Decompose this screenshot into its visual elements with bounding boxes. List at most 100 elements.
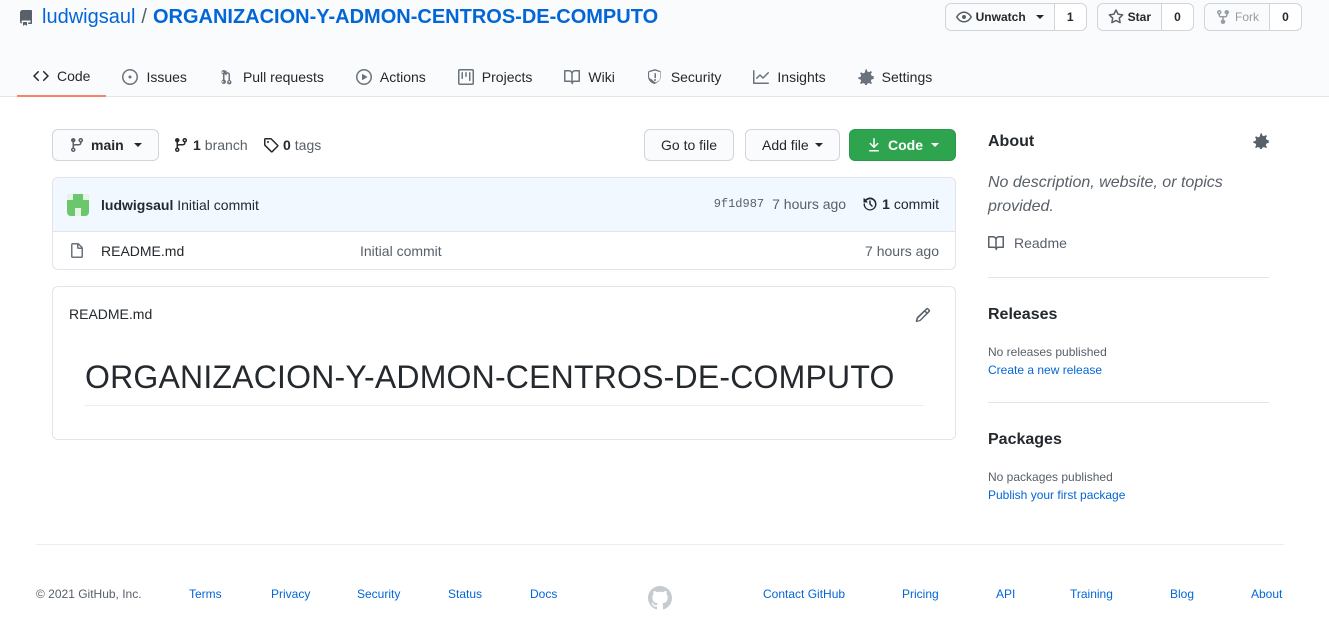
star-button-group: Star 0 bbox=[1096, 3, 1194, 31]
shield-icon bbox=[647, 68, 661, 84]
tab-issues[interactable]: Issues bbox=[106, 56, 202, 97]
packages-title[interactable]: Packages bbox=[988, 431, 1062, 449]
footer-link-pricing[interactable]: Pricing bbox=[902, 587, 939, 601]
tag-count: 0 bbox=[283, 137, 291, 153]
repo-action-buttons: Unwatch 1 Star 0 Fork 0 bbox=[944, 3, 1302, 31]
footer-link-privacy[interactable]: Privacy bbox=[271, 587, 310, 601]
repo-owner-link[interactable]: ludwigsaul bbox=[42, 6, 135, 29]
star-count[interactable]: 0 bbox=[1162, 4, 1193, 30]
releases-empty-text: No releases published bbox=[988, 345, 1107, 359]
footer-link-api[interactable]: API bbox=[996, 587, 1015, 601]
go-to-file-button[interactable]: Go to file bbox=[644, 129, 735, 161]
file-icon bbox=[71, 243, 83, 258]
play-icon bbox=[355, 68, 372, 85]
commit-sha-link[interactable]: 9f1d987 bbox=[714, 197, 764, 211]
add-file-label: Add file bbox=[762, 137, 809, 153]
book-icon bbox=[988, 236, 1004, 251]
branch-select-button[interactable]: main bbox=[52, 129, 159, 161]
watch-count[interactable]: 1 bbox=[1054, 4, 1086, 30]
create-release-link[interactable]: Create a new release bbox=[988, 363, 1102, 377]
branches-link[interactable]: 1 branch bbox=[173, 129, 248, 161]
repo-name-link[interactable]: ORGANIZACION-Y-ADMON-CENTROS-DE-COMPUTO bbox=[153, 6, 658, 29]
fork-button-group: Fork 0 bbox=[1204, 3, 1302, 31]
tab-label: Wiki bbox=[588, 68, 615, 85]
tab-security[interactable]: Security bbox=[631, 56, 738, 97]
tab-settings[interactable]: Settings bbox=[842, 56, 949, 97]
footer-link-terms[interactable]: Terms bbox=[189, 587, 222, 601]
tab-projects[interactable]: Projects bbox=[442, 56, 549, 97]
footer-divider bbox=[36, 544, 1284, 545]
graph-icon bbox=[753, 69, 770, 84]
tab-code[interactable]: Code bbox=[17, 56, 107, 97]
watch-label: Unwatch bbox=[975, 10, 1026, 24]
footer-link-blog[interactable]: Blog bbox=[1170, 587, 1194, 601]
tab-label: Projects bbox=[481, 68, 533, 85]
latest-commit-bar: ludwigsaul Initial commit 9f1d987 7 hour… bbox=[53, 178, 955, 232]
tab-actions[interactable]: Actions bbox=[340, 56, 442, 97]
pencil-icon bbox=[915, 307, 931, 323]
code-button-label: Code bbox=[888, 137, 923, 153]
file-commit-message-link[interactable]: Initial commit bbox=[360, 243, 442, 259]
repo-title: ludwigsaul / ORGANIZACION-Y-ADMON-CENTRO… bbox=[18, 6, 658, 29]
avatar[interactable] bbox=[67, 194, 89, 216]
file-row: README.md Initial commit 7 hours ago bbox=[53, 232, 955, 269]
edit-about-button[interactable] bbox=[1253, 133, 1269, 149]
commit-count: 1 bbox=[882, 196, 890, 212]
readme-heading: ORGANIZACION-Y-ADMON-CENTROS-DE-COMPUTO bbox=[85, 359, 924, 406]
footer-link-about[interactable]: About bbox=[1251, 587, 1282, 601]
about-description: No description, website, or topics provi… bbox=[988, 174, 1223, 215]
fork-label: Fork bbox=[1235, 10, 1259, 24]
eye-icon bbox=[955, 11, 972, 23]
add-file-button[interactable]: Add file bbox=[745, 129, 840, 161]
repo-header: ludwigsaul / ORGANIZACION-Y-ADMON-CENTRO… bbox=[0, 0, 1329, 97]
watch-button[interactable]: Unwatch bbox=[946, 4, 1055, 30]
fork-count[interactable]: 0 bbox=[1270, 4, 1301, 30]
tab-label: Settings bbox=[881, 68, 933, 85]
watch-button-group: Unwatch 1 bbox=[944, 3, 1087, 31]
code-download-button[interactable]: Code bbox=[849, 129, 956, 161]
footer-link-status[interactable]: Status bbox=[448, 587, 482, 601]
commit-author-link[interactable]: ludwigsaul bbox=[101, 197, 173, 213]
tab-label: Code bbox=[57, 67, 91, 84]
footer-link-docs[interactable]: Docs bbox=[530, 587, 557, 601]
pull-request-icon bbox=[221, 69, 232, 85]
fork-button[interactable]: Fork bbox=[1205, 4, 1270, 30]
chevron-down-icon bbox=[814, 143, 823, 147]
tab-wiki[interactable]: Wiki bbox=[548, 56, 630, 97]
commit-count-label: commit bbox=[893, 196, 939, 212]
divider bbox=[988, 277, 1269, 278]
file-name-link[interactable]: README.md bbox=[101, 243, 184, 259]
download-icon bbox=[869, 138, 879, 152]
star-button[interactable]: Star bbox=[1098, 4, 1162, 30]
tag-count-label: tags bbox=[294, 137, 322, 153]
tab-label: Insights bbox=[777, 68, 826, 85]
file-list: ludwigsaul Initial commit 9f1d987 7 hour… bbox=[52, 177, 956, 270]
tab-pull-requests[interactable]: Pull requests bbox=[203, 56, 340, 97]
gear-icon bbox=[857, 68, 874, 85]
footer-link-training[interactable]: Training bbox=[1070, 587, 1113, 601]
publish-package-link[interactable]: Publish your first package bbox=[988, 488, 1125, 502]
tags-link[interactable]: 0 tags bbox=[263, 129, 321, 161]
readme-sidebar-link[interactable]: Readme bbox=[988, 235, 1067, 251]
divider bbox=[988, 402, 1269, 403]
readme-box: README.md ORGANIZACION-Y-ADMON-CENTROS-D… bbox=[52, 286, 956, 440]
edit-readme-button[interactable] bbox=[915, 307, 931, 323]
footer-copyright: © 2021 GitHub, Inc. bbox=[36, 587, 142, 601]
tab-insights[interactable]: Insights bbox=[737, 56, 841, 97]
footer-link-security[interactable]: Security bbox=[357, 587, 400, 601]
book-icon bbox=[564, 69, 581, 84]
gear-icon bbox=[1253, 133, 1269, 149]
star-label: Star bbox=[1127, 10, 1151, 24]
github-logo-icon[interactable] bbox=[648, 586, 672, 610]
issue-icon bbox=[122, 68, 139, 85]
branch-count: 1 bbox=[193, 137, 201, 153]
chevron-down-icon bbox=[133, 143, 142, 147]
releases-title[interactable]: Releases bbox=[988, 306, 1057, 324]
branch-icon bbox=[175, 137, 187, 153]
commit-message-link[interactable]: Initial commit bbox=[177, 197, 259, 213]
commit-history-link[interactable]: 1 commit bbox=[862, 196, 939, 212]
fork-icon bbox=[1217, 9, 1229, 25]
footer-link-contact[interactable]: Contact GitHub bbox=[763, 587, 845, 601]
tab-label: Actions bbox=[379, 68, 426, 85]
file-commit-age: 7 hours ago bbox=[865, 243, 939, 259]
